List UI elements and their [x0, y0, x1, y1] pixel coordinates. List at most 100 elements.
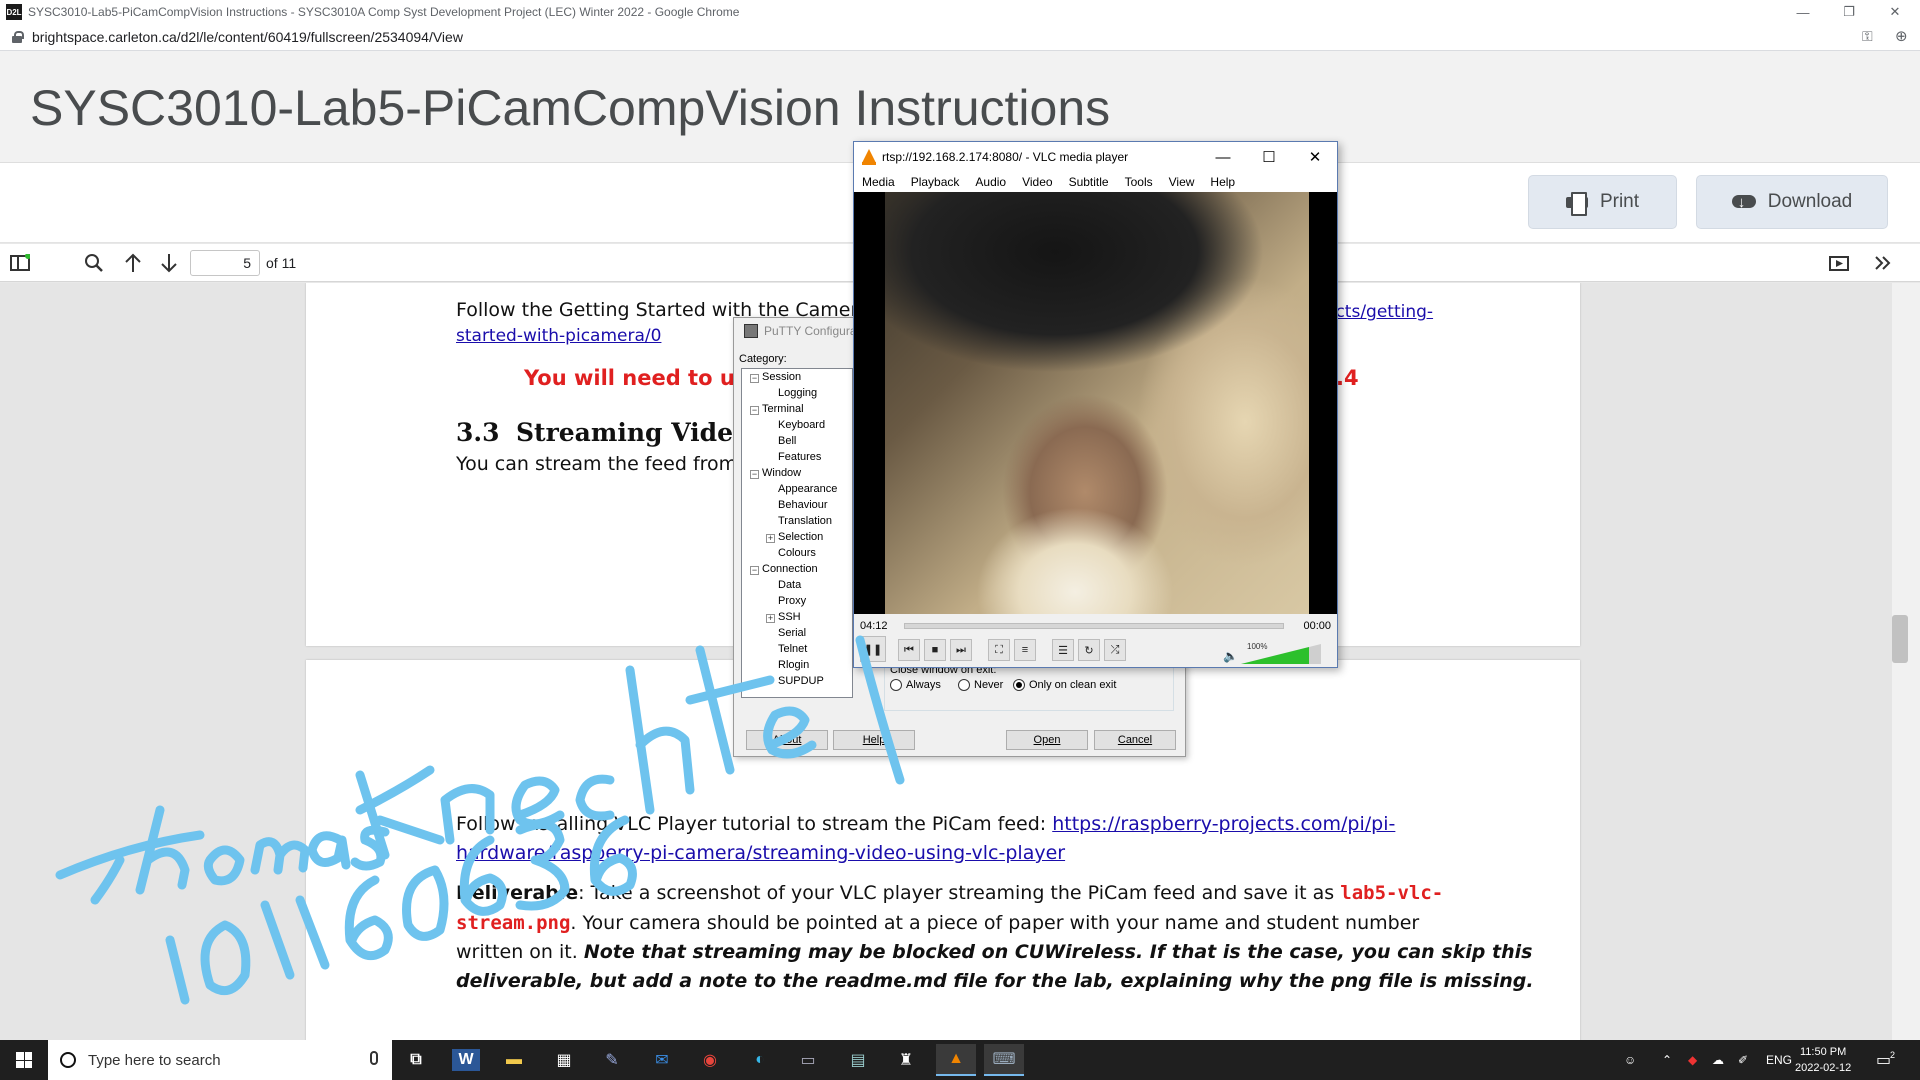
url-text[interactable]: brightspace.carleton.ca/d2l/le/content/6… [32, 29, 463, 45]
tree-item-behaviour[interactable]: Behaviour [778, 499, 828, 511]
app-icon[interactable]: ▭ [788, 1044, 828, 1076]
collapse-icon[interactable]: − [750, 374, 759, 383]
tree-item-translation[interactable]: Translation [778, 515, 832, 527]
game-icon[interactable]: ♜ [886, 1044, 926, 1076]
close-icon[interactable]: ✕ [1872, 0, 1918, 24]
chrome-icon[interactable]: ◉ [690, 1044, 730, 1076]
stop-icon[interactable]: ■ [924, 639, 946, 661]
pause-icon[interactable]: ❚❚ [860, 636, 886, 662]
download-button[interactable]: Download [1696, 175, 1888, 229]
print-button[interactable]: Print [1528, 175, 1677, 229]
shuffle-icon[interactable]: ⤮ [1104, 639, 1126, 661]
menu-video[interactable]: Video [1014, 172, 1060, 192]
menu-playback[interactable]: Playback [903, 172, 968, 192]
collapse-icon[interactable]: − [750, 406, 759, 415]
vlc-tutorial-link-2[interactable]: hardware/raspberry-pi-camera/streaming-v… [456, 842, 1065, 864]
tree-item-connection[interactable]: Connection [762, 563, 818, 575]
tree-item-supdup[interactable]: SUPDUP [778, 675, 824, 687]
taskbar-search-box[interactable]: Type here to search [48, 1040, 392, 1080]
vlc-minimize-icon[interactable]: — [1200, 142, 1246, 172]
next-icon[interactable]: ⏭ [950, 639, 972, 661]
fullscreen-icon[interactable]: ⛶ [988, 639, 1010, 661]
radio-circle[interactable] [958, 679, 970, 691]
tree-item-terminal[interactable]: Terminal [762, 403, 804, 415]
radio-always[interactable]: Always [890, 679, 941, 691]
speaker-icon[interactable]: 🔈 [1223, 649, 1238, 663]
putty-taskbar-icon[interactable]: ⌨ [984, 1044, 1024, 1076]
security-icon[interactable]: ◆ [1688, 1040, 1697, 1080]
tree-item-telnet[interactable]: Telnet [778, 643, 807, 655]
task-view-icon[interactable]: ⧉ [396, 1044, 436, 1076]
tree-item-logging[interactable]: Logging [778, 387, 817, 399]
menu-view[interactable]: View [1161, 172, 1203, 192]
minimize-icon[interactable]: — [1780, 0, 1826, 24]
language-indicator[interactable]: ENG [1766, 1040, 1792, 1080]
category-tree[interactable]: − Session Logging − Terminal Keyboard Be… [741, 368, 853, 698]
menu-help[interactable]: Help [1202, 172, 1243, 192]
about-button[interactable]: About [746, 730, 828, 750]
previous-icon[interactable]: ⏮ [898, 639, 920, 661]
sidebar-toggle-icon[interactable] [9, 252, 31, 274]
radio-never[interactable]: Never [958, 679, 1003, 691]
tree-item-colours[interactable]: Colours [778, 547, 816, 559]
start-button[interactable] [0, 1040, 48, 1080]
tree-item-rlogin[interactable]: Rlogin [778, 659, 809, 671]
key-icon[interactable]: ⚿ [1862, 28, 1873, 45]
pen-icon[interactable]: ✐ [1738, 1040, 1748, 1080]
search-icon[interactable] [83, 252, 105, 274]
extended-settings-icon[interactable]: ≡ [1014, 639, 1036, 661]
page-number-input[interactable]: 5 [190, 250, 260, 276]
playlist-icon[interactable]: ☰ [1052, 639, 1074, 661]
microphone-icon[interactable] [370, 1051, 378, 1065]
people-icon[interactable]: ☺ [1624, 1040, 1636, 1080]
menu-audio[interactable]: Audio [967, 172, 1014, 192]
arrow-up-icon[interactable] [122, 252, 144, 274]
file-explorer-icon[interactable]: ▬ [494, 1044, 534, 1076]
getting-started-link[interactable]: started-with-picamera/0 [456, 326, 661, 346]
vlc-window[interactable]: rtsp://192.168.2.174:8080/ - VLC media p… [853, 141, 1338, 668]
tree-item-window[interactable]: Window [762, 467, 801, 479]
notes-icon[interactable]: ▤ [838, 1044, 878, 1076]
cancel-button[interactable]: Cancel [1094, 730, 1176, 750]
address-bar[interactable]: brightspace.carleton.ca/d2l/le/content/6… [0, 24, 1920, 51]
menu-media[interactable]: Media [854, 172, 903, 192]
mail-icon[interactable]: ✉ [642, 1044, 682, 1076]
radio-circle-selected[interactable] [1013, 679, 1025, 691]
tree-item-session[interactable]: Session [762, 371, 801, 383]
tree-item-ssh[interactable]: SSH [778, 611, 801, 623]
collapse-icon[interactable]: − [750, 566, 759, 575]
tree-item-bell[interactable]: Bell [778, 435, 796, 447]
collapse-icon[interactable]: − [750, 470, 759, 479]
tray-chevron-icon[interactable]: ⌃ [1662, 1040, 1672, 1080]
vlc-video-area[interactable] [854, 192, 1337, 614]
loop-icon[interactable]: ↻ [1078, 639, 1100, 661]
getting-started-link-end[interactable]: ects/getting- [1325, 302, 1433, 322]
onedrive-icon[interactable]: ☁ [1712, 1040, 1724, 1080]
arrow-down-icon[interactable] [158, 252, 180, 274]
taskbar-clock[interactable]: 11:50 PM 2022-02-12 [1795, 1044, 1851, 1076]
open-button[interactable]: Open [1006, 730, 1088, 750]
tree-item-features[interactable]: Features [778, 451, 821, 463]
edge-icon[interactable]: ◐ [740, 1044, 780, 1076]
radio-only-clean-exit[interactable]: Only on clean exit [1013, 679, 1116, 691]
vlc-tutorial-link[interactable]: https://raspberry-projects.com/pi/pi- [1052, 813, 1395, 835]
paint-icon[interactable]: ✎ [592, 1044, 632, 1076]
tree-item-selection[interactable]: Selection [778, 531, 823, 543]
presentation-icon[interactable] [1828, 252, 1850, 274]
more-tools-icon[interactable] [1872, 252, 1894, 274]
expand-icon[interactable]: + [766, 534, 775, 543]
vlc-taskbar-icon[interactable]: ▲ [936, 1044, 976, 1076]
vlc-maximize-icon[interactable]: ☐ [1246, 142, 1292, 172]
zoom-icon[interactable]: ⊕ [1895, 27, 1908, 45]
tree-item-appearance[interactable]: Appearance [778, 483, 837, 495]
tree-item-keyboard[interactable]: Keyboard [778, 419, 825, 431]
tree-item-serial[interactable]: Serial [778, 627, 806, 639]
notification-icon[interactable]: ▭ [1876, 1040, 1891, 1080]
menu-tools[interactable]: Tools [1117, 172, 1161, 192]
store-icon[interactable]: ▦ [544, 1044, 584, 1076]
radio-circle[interactable] [890, 679, 902, 691]
seek-bar[interactable] [904, 623, 1284, 629]
expand-icon[interactable]: + [766, 614, 775, 623]
pdf-scroll-thumb[interactable] [1892, 615, 1908, 663]
tree-item-proxy[interactable]: Proxy [778, 595, 806, 607]
